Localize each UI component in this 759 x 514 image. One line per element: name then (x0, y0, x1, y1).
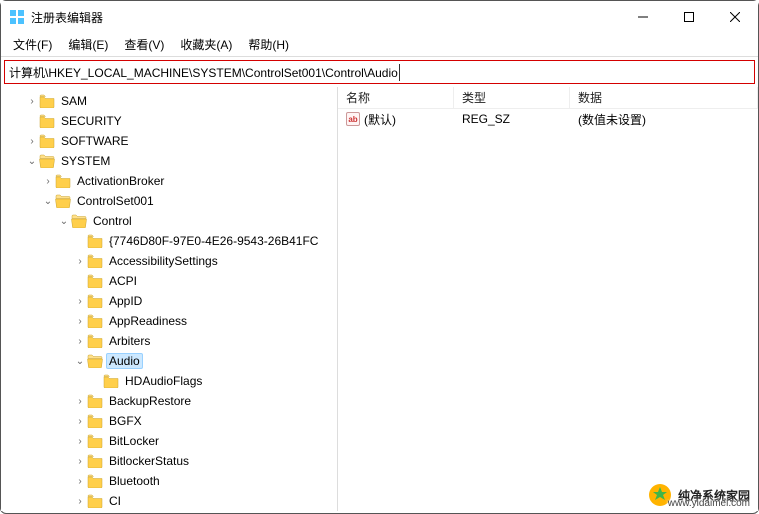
chevron-down-icon[interactable]: ⌄ (41, 196, 55, 207)
folder-icon (87, 414, 103, 428)
folder-icon (39, 94, 55, 108)
tree-item-bluetooth[interactable]: ›Bluetooth (1, 471, 337, 491)
content-area: ›SAM SECURITY ›SOFTWARE ⌄SYSTEM ›Activat… (1, 87, 758, 511)
address-bar[interactable]: 计算机\HKEY_LOCAL_MACHINE\SYSTEM\ControlSet… (4, 60, 755, 84)
list-row[interactable]: ab (默认) REG_SZ (数值未设置) (338, 109, 758, 129)
chevron-down-icon[interactable]: ⌄ (25, 156, 39, 167)
tree-item-bitlockerstatus[interactable]: ›BitlockerStatus (1, 451, 337, 471)
tree-item-audio[interactable]: ⌄Audio (1, 351, 337, 371)
folder-open-icon (71, 214, 87, 228)
chevron-right-icon[interactable]: › (73, 336, 87, 347)
tree-item-acpi[interactable]: ACPI (1, 271, 337, 291)
list-header: 名称 类型 数据 (338, 87, 758, 109)
tree-item-backuprestore[interactable]: ›BackupRestore (1, 391, 337, 411)
minimize-button[interactable] (620, 1, 666, 33)
folder-icon (55, 174, 71, 188)
folder-icon (87, 274, 103, 288)
tree-item-system[interactable]: ⌄SYSTEM (1, 151, 337, 171)
folder-icon (87, 434, 103, 448)
folder-icon (87, 394, 103, 408)
chevron-down-icon[interactable]: ⌄ (73, 356, 87, 367)
app-icon (9, 9, 25, 25)
close-button[interactable] (712, 1, 758, 33)
folder-open-icon (55, 194, 71, 208)
folder-icon (87, 474, 103, 488)
tree-item-ci[interactable]: ›CI (1, 491, 337, 511)
folder-open-icon (87, 354, 103, 368)
maximize-button[interactable] (666, 1, 712, 33)
menu-edit[interactable]: 编辑(E) (62, 34, 114, 55)
folder-icon (103, 374, 119, 388)
cell-type: REG_SZ (454, 112, 570, 126)
folder-icon (87, 454, 103, 468)
col-data[interactable]: 数据 (570, 87, 758, 108)
chevron-right-icon[interactable]: › (73, 256, 87, 267)
watermark-url: www.yidaimei.com (668, 498, 750, 509)
tree-item-accessibility[interactable]: ›AccessibilitySettings (1, 251, 337, 271)
tree-item-software[interactable]: ›SOFTWARE (1, 131, 337, 151)
tree-item-control[interactable]: ⌄Control (1, 211, 337, 231)
chevron-right-icon[interactable]: › (25, 96, 39, 107)
menu-bar: 文件(F) 编辑(E) 查看(V) 收藏夹(A) 帮助(H) (1, 33, 758, 57)
chevron-down-icon[interactable]: ⌄ (57, 216, 71, 227)
title-bar: 注册表编辑器 (1, 1, 758, 33)
folder-icon (87, 254, 103, 268)
tree-item-appreadiness[interactable]: ›AppReadiness (1, 311, 337, 331)
value-name: (默认) (364, 111, 396, 128)
chevron-right-icon[interactable]: › (73, 496, 87, 507)
folder-icon (39, 114, 55, 128)
address-path: 计算机\HKEY_LOCAL_MACHINE\SYSTEM\ControlSet… (9, 64, 400, 81)
menu-view[interactable]: 查看(V) (118, 34, 170, 55)
chevron-right-icon[interactable]: › (73, 436, 87, 447)
folder-icon (87, 294, 103, 308)
values-pane[interactable]: 名称 类型 数据 ab (默认) REG_SZ (数值未设置) (338, 87, 758, 511)
cell-name: ab (默认) (338, 111, 454, 128)
chevron-right-icon[interactable]: › (73, 416, 87, 427)
tree-item-hdaudioflags[interactable]: HDAudioFlags (1, 371, 337, 391)
tree-pane[interactable]: ›SAM SECURITY ›SOFTWARE ⌄SYSTEM ›Activat… (1, 87, 338, 511)
menu-help[interactable]: 帮助(H) (242, 34, 295, 55)
window-controls (620, 1, 758, 33)
col-type[interactable]: 类型 (454, 87, 570, 108)
tree-item-activationbroker[interactable]: ›ActivationBroker (1, 171, 337, 191)
tree-item-security[interactable]: SECURITY (1, 111, 337, 131)
menu-favorites[interactable]: 收藏夹(A) (174, 34, 238, 55)
col-name[interactable]: 名称 (338, 87, 454, 108)
chevron-right-icon[interactable]: › (73, 456, 87, 467)
chevron-right-icon[interactable]: › (73, 476, 87, 487)
chevron-right-icon[interactable]: › (41, 176, 55, 187)
folder-open-icon (39, 154, 55, 168)
folder-icon (39, 134, 55, 148)
chevron-right-icon[interactable]: › (73, 296, 87, 307)
window-title: 注册表编辑器 (31, 9, 620, 26)
folder-icon (87, 314, 103, 328)
menu-file[interactable]: 文件(F) (7, 34, 58, 55)
tree-item-arbiters[interactable]: ›Arbiters (1, 331, 337, 351)
cell-data: (数值未设置) (570, 111, 758, 128)
tree-item-bgfx[interactable]: ›BGFX (1, 411, 337, 431)
tree-item-sam[interactable]: ›SAM (1, 91, 337, 111)
chevron-right-icon[interactable]: › (25, 136, 39, 147)
watermark: 纯净系统家园 www.yidaimei.com (648, 483, 750, 507)
tree-item-appid[interactable]: ›AppID (1, 291, 337, 311)
tree-item-guid[interactable]: {7746D80F-97E0-4E26-9543-26B41FC (1, 231, 337, 251)
folder-icon (87, 494, 103, 508)
tree-item-controlset001[interactable]: ⌄ControlSet001 (1, 191, 337, 211)
string-value-icon: ab (346, 112, 360, 126)
folder-icon (87, 334, 103, 348)
chevron-right-icon[interactable]: › (73, 396, 87, 407)
chevron-right-icon[interactable]: › (73, 316, 87, 327)
folder-icon (87, 234, 103, 248)
tree-item-bitlocker[interactable]: ›BitLocker (1, 431, 337, 451)
